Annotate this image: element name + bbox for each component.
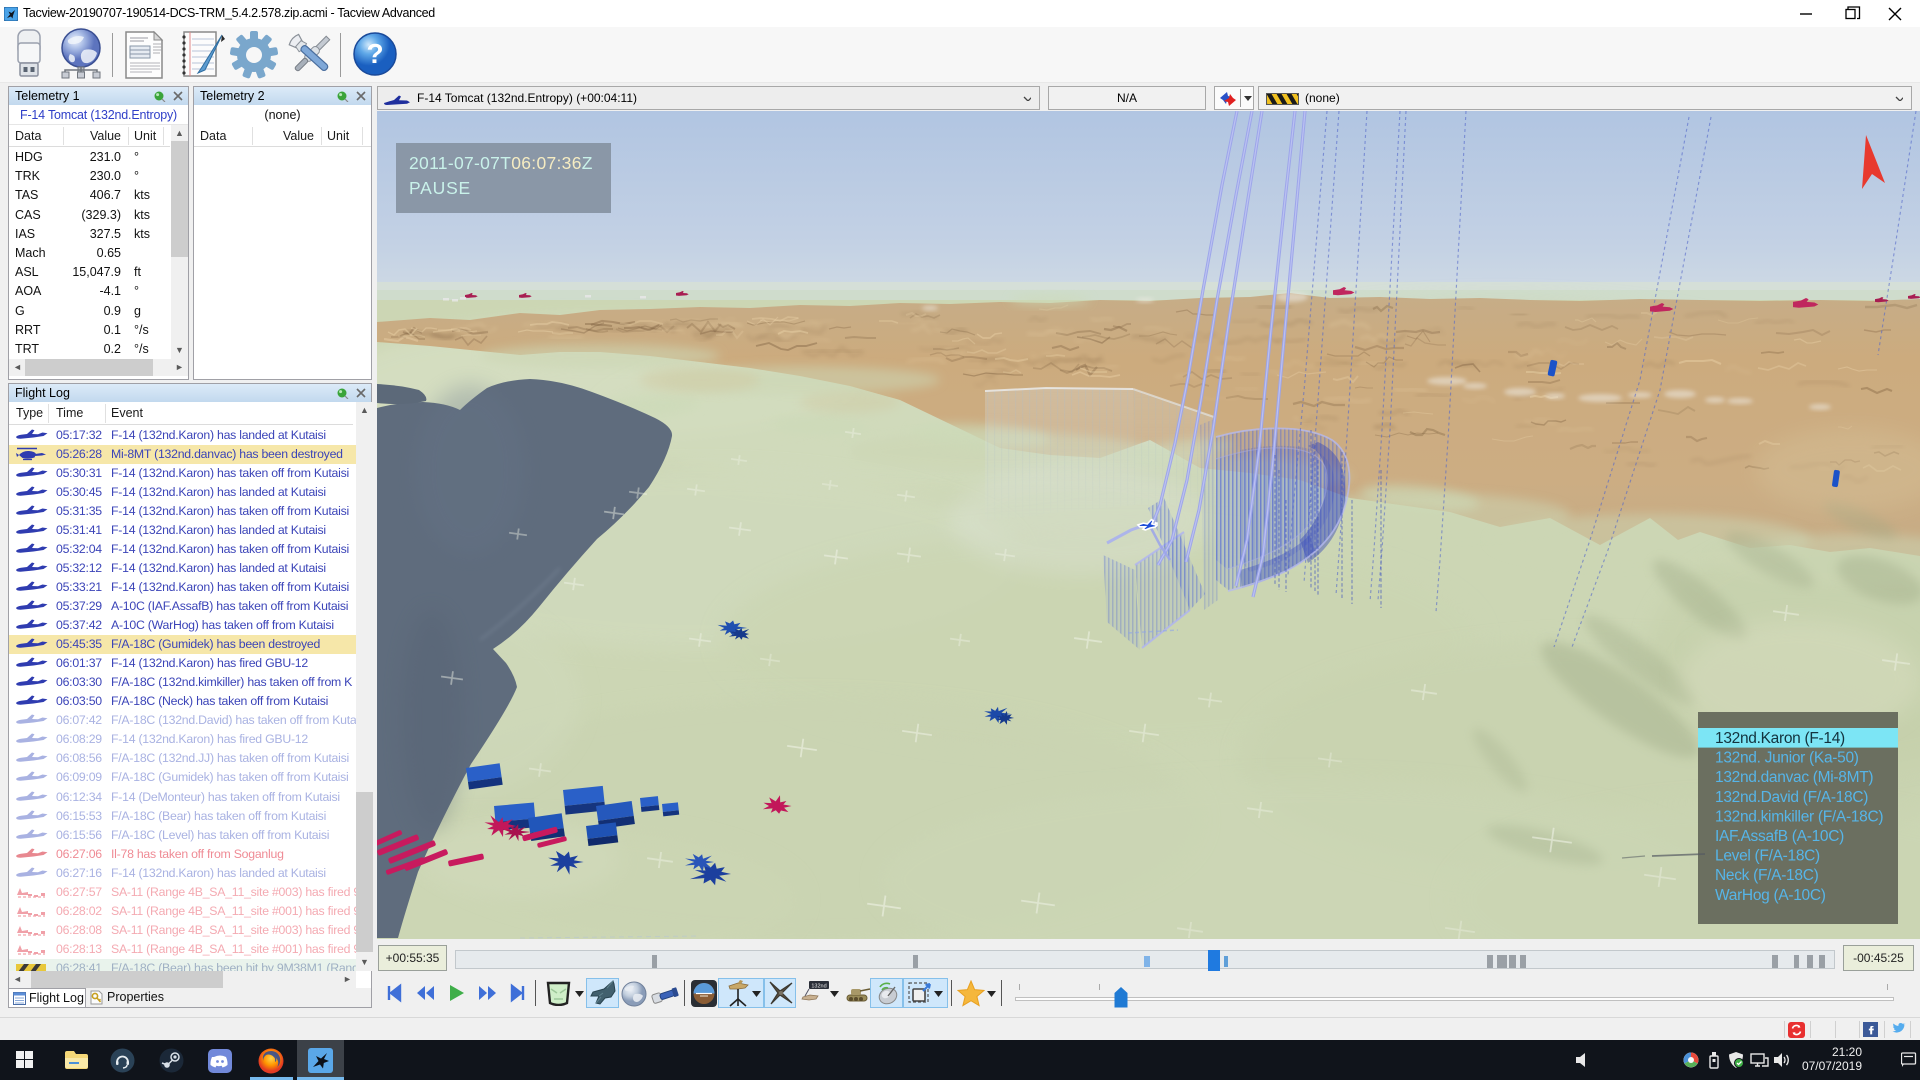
svg-text:WarHog (A-10C): WarHog (A-10C): [1715, 887, 1826, 904]
svg-text:132nd.danvac (Mi-8MT): 132nd.danvac (Mi-8MT): [1715, 769, 1873, 786]
svg-text:132nd.David (F/A-18C): 132nd.David (F/A-18C): [1715, 789, 1868, 806]
svg-text:132nd. Junior (Ka-50): 132nd. Junior (Ka-50): [1715, 750, 1859, 767]
svg-text:IAF.AssafB (A-10C): IAF.AssafB (A-10C): [1715, 828, 1844, 845]
svg-text:132nd: 132nd: [811, 984, 826, 990]
svg-text:?: ?: [366, 38, 383, 69]
svg-text:2011-07-07T06:07:36Z: 2011-07-07T06:07:36Z: [409, 153, 593, 173]
svg-text:Level (F/A-18C): Level (F/A-18C): [1715, 848, 1820, 865]
svg-text:Neck (F/A-18C): Neck (F/A-18C): [1715, 867, 1819, 884]
svg-text:PAUSE: PAUSE: [409, 178, 471, 198]
svg-text:132nd.Karon (F-14): 132nd.Karon (F-14): [1715, 730, 1845, 747]
svg-text:132nd.kimkiller (F/A-18C): 132nd.kimkiller (F/A-18C): [1715, 808, 1883, 825]
